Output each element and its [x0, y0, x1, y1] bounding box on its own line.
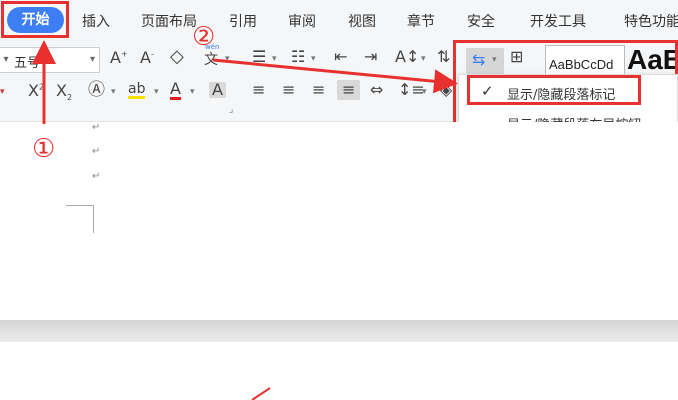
annotation-step-1: ①	[32, 134, 56, 164]
stray-arrow-fragment	[251, 387, 271, 400]
arrow-step2	[212, 58, 458, 94]
annotation-step-2: ②	[192, 22, 216, 52]
annotation-arrows	[32, 40, 458, 400]
